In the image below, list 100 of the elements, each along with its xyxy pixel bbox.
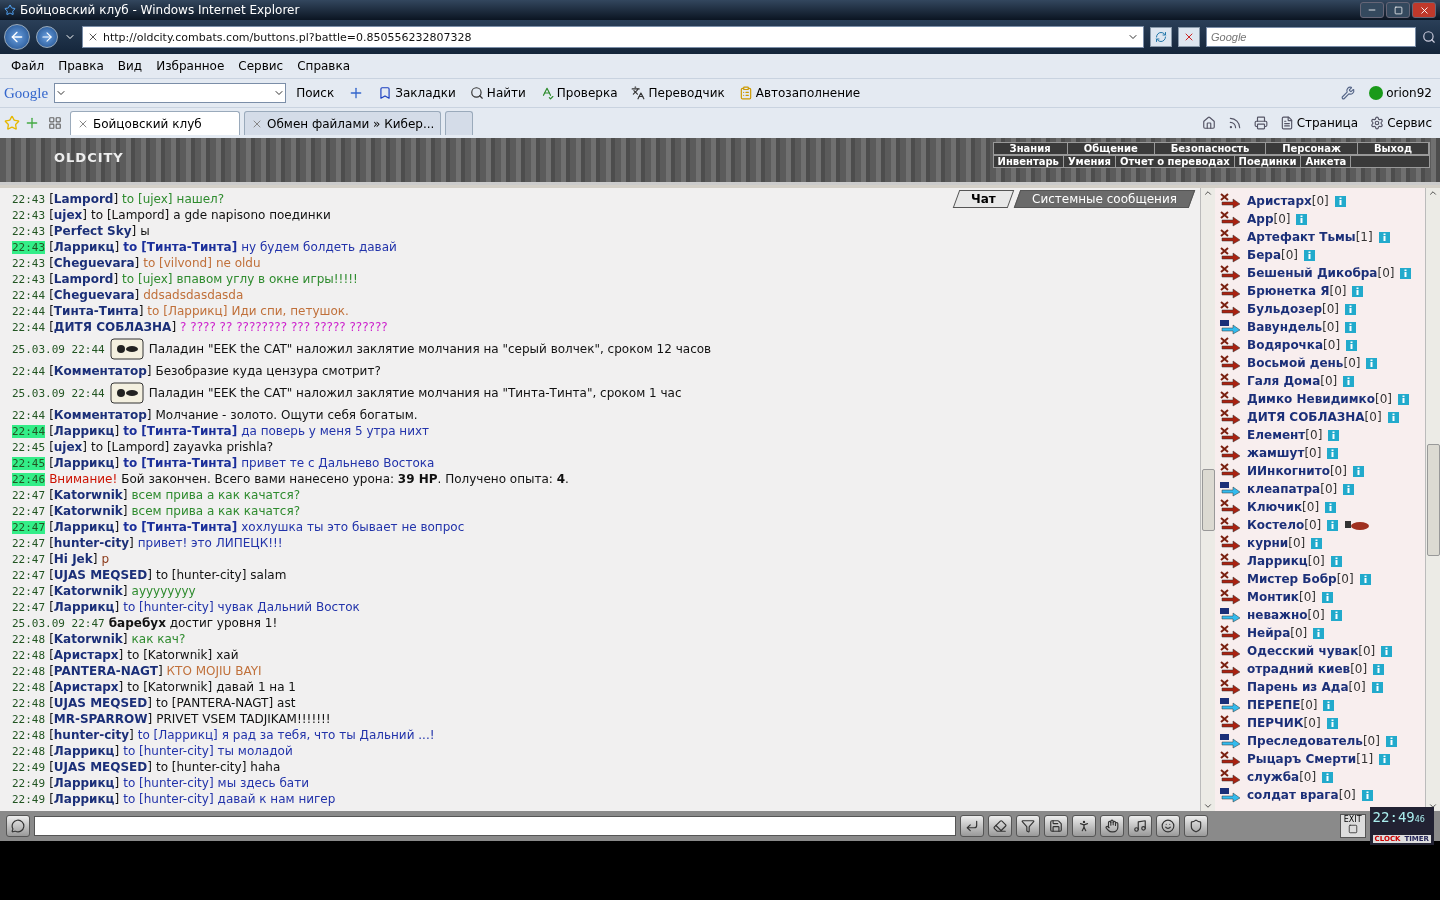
recipient-name[interactable]: to [ujex] bbox=[122, 192, 173, 206]
exit-button[interactable]: EXIT bbox=[1339, 814, 1366, 838]
sender-name[interactable]: [Lampord] bbox=[49, 192, 119, 206]
user-name[interactable]: Брюнетка Я bbox=[1247, 284, 1330, 298]
toolbar-button[interactable]: Проверка bbox=[535, 84, 622, 102]
info-icon[interactable] bbox=[1378, 231, 1390, 243]
info-icon[interactable] bbox=[1325, 501, 1337, 513]
stop-button[interactable] bbox=[1178, 27, 1200, 47]
toolbar-button[interactable] bbox=[1156, 815, 1180, 837]
info-icon[interactable] bbox=[1326, 717, 1338, 729]
back-button[interactable] bbox=[4, 24, 30, 50]
recipient-name[interactable]: to [Тинта-Тинта] bbox=[123, 456, 238, 470]
command-button[interactable]: Сервис bbox=[1366, 114, 1436, 132]
info-icon[interactable] bbox=[1323, 699, 1335, 711]
sender-name[interactable]: [Cheguevara] bbox=[49, 288, 140, 302]
recipient-name[interactable]: to [Тинта-Тинта] bbox=[123, 520, 238, 534]
user-name[interactable]: ИИнкогнито bbox=[1247, 464, 1330, 478]
user-name[interactable]: Бера bbox=[1247, 248, 1281, 262]
user-name[interactable]: Одесский чувак bbox=[1247, 644, 1359, 658]
user-name[interactable]: Костело bbox=[1247, 518, 1305, 532]
sender-name[interactable]: [Ларрикц] bbox=[49, 520, 120, 534]
user-name[interactable]: Монтик bbox=[1247, 590, 1299, 604]
google-search-field[interactable] bbox=[54, 83, 287, 103]
recipient-name[interactable]: to [hunter-city] bbox=[123, 776, 214, 790]
browser-tab[interactable]: Обмен файлами » Кибер... bbox=[244, 111, 442, 135]
toolbar-button[interactable]: Автозаполнение bbox=[734, 84, 865, 102]
sender-name[interactable]: [Cheguevara] bbox=[49, 256, 140, 270]
user-name[interactable]: Ларрикц bbox=[1247, 554, 1308, 568]
user-name[interactable]: Елемент bbox=[1247, 428, 1306, 442]
toolbar-button[interactable]: Закладки bbox=[374, 84, 460, 102]
info-icon[interactable] bbox=[1381, 645, 1393, 657]
sender-name[interactable]: [Аристарх] bbox=[49, 680, 124, 694]
sender-name[interactable]: [hunter-city] bbox=[49, 536, 134, 550]
info-icon[interactable] bbox=[1322, 771, 1334, 783]
info-icon[interactable] bbox=[1345, 321, 1357, 333]
recipient-name[interactable]: to [hunter-city] bbox=[155, 760, 247, 774]
info-icon[interactable] bbox=[1313, 627, 1325, 639]
user-name[interactable]: ПЕРЕПЕ bbox=[1247, 698, 1301, 712]
nav-link[interactable]: Общение bbox=[1067, 143, 1155, 154]
toolbar-button[interactable] bbox=[1128, 815, 1152, 837]
info-icon[interactable] bbox=[1371, 681, 1383, 693]
sender-name[interactable]: [UJAS MEQSED] bbox=[49, 568, 152, 582]
maximize-button[interactable] bbox=[1386, 2, 1410, 18]
toolbar-button[interactable]: Найти bbox=[465, 84, 530, 102]
info-icon[interactable] bbox=[1352, 285, 1364, 297]
sender-name[interactable]: [ujex] bbox=[49, 208, 88, 222]
nav-link[interactable]: Безопасность bbox=[1154, 143, 1267, 154]
toolbar-button[interactable] bbox=[1100, 815, 1124, 837]
sender-name[interactable]: [Lampord] bbox=[49, 272, 119, 286]
info-icon[interactable] bbox=[1373, 663, 1385, 675]
sender-name[interactable]: [Perfect Sky] bbox=[49, 224, 137, 238]
sender-name[interactable]: [Тинта-Тинта] bbox=[49, 304, 144, 318]
browser-tab[interactable]: Бойцовский клуб bbox=[70, 111, 240, 135]
user-name[interactable]: отрадний киев bbox=[1247, 662, 1351, 676]
scrollbar-thumb[interactable] bbox=[1426, 443, 1440, 556]
info-icon[interactable] bbox=[1400, 267, 1412, 279]
close-button[interactable] bbox=[1412, 2, 1436, 18]
chat-input[interactable] bbox=[34, 816, 956, 836]
info-icon[interactable] bbox=[1343, 375, 1355, 387]
info-icon[interactable] bbox=[1379, 753, 1391, 765]
recipient-name[interactable]: to [Lampord] bbox=[91, 208, 170, 222]
sender-name[interactable]: [Ларрикц] bbox=[49, 424, 120, 438]
account-button[interactable]: orion92 bbox=[1365, 84, 1436, 102]
recipient-name[interactable]: to [Katorwnik] bbox=[127, 680, 213, 694]
nav-link[interactable]: Анкета bbox=[1301, 156, 1352, 167]
sender-name[interactable]: [ДИТЯ СОБЛАЗНА] bbox=[49, 320, 177, 334]
user-name[interactable]: Вавундель bbox=[1247, 320, 1323, 334]
chat-tab[interactable]: Чат bbox=[953, 190, 1015, 208]
chat-tab[interactable]: Системные сообщения bbox=[1013, 190, 1196, 208]
user-name[interactable]: Бешеный Дикобра bbox=[1247, 266, 1378, 280]
minimize-button[interactable] bbox=[1360, 2, 1384, 18]
sender-name[interactable]: [Ларрикц] bbox=[49, 456, 120, 470]
menu-item[interactable]: Правка bbox=[51, 57, 111, 75]
sender-name[interactable]: [Ларрикц] bbox=[49, 776, 120, 790]
search-button[interactable]: Поиск bbox=[292, 84, 339, 102]
toolbar-button[interactable] bbox=[1016, 815, 1040, 837]
info-icon[interactable] bbox=[1304, 249, 1315, 261]
nav-link[interactable]: Персонаж bbox=[1266, 143, 1358, 154]
sender-name[interactable]: [ujex] bbox=[49, 440, 88, 454]
sender-name[interactable]: [Katorwnik] bbox=[49, 632, 128, 646]
user-name[interactable]: Арр bbox=[1247, 212, 1274, 226]
menu-item[interactable]: Вид bbox=[110, 57, 150, 75]
sender-name[interactable]: [Katorwnik] bbox=[49, 488, 128, 502]
search-field[interactable]: Google bbox=[1206, 27, 1416, 47]
menu-item[interactable]: Сервис bbox=[231, 57, 291, 75]
info-icon[interactable] bbox=[1311, 537, 1323, 549]
info-icon[interactable] bbox=[1387, 411, 1399, 423]
sender-name[interactable]: [PANTERA-NAGT] bbox=[49, 664, 163, 678]
user-name[interactable]: ПЕРЧИК bbox=[1247, 716, 1304, 730]
user-name[interactable]: Восьмой день bbox=[1247, 356, 1344, 370]
info-icon[interactable] bbox=[1343, 483, 1355, 495]
menu-item[interactable]: Файл bbox=[4, 57, 52, 75]
user-name[interactable]: Нейра bbox=[1247, 626, 1291, 640]
info-icon[interactable] bbox=[1397, 393, 1409, 405]
sender-name[interactable]: [Ларрикц] bbox=[49, 600, 120, 614]
user-name[interactable]: солдат врага bbox=[1247, 788, 1339, 802]
toolbar-button[interactable] bbox=[960, 815, 984, 837]
toolbar-button[interactable]: Переводчик bbox=[627, 84, 729, 102]
user-name[interactable]: курни bbox=[1247, 536, 1289, 550]
user-name[interactable]: Парень из Ада bbox=[1247, 680, 1349, 694]
